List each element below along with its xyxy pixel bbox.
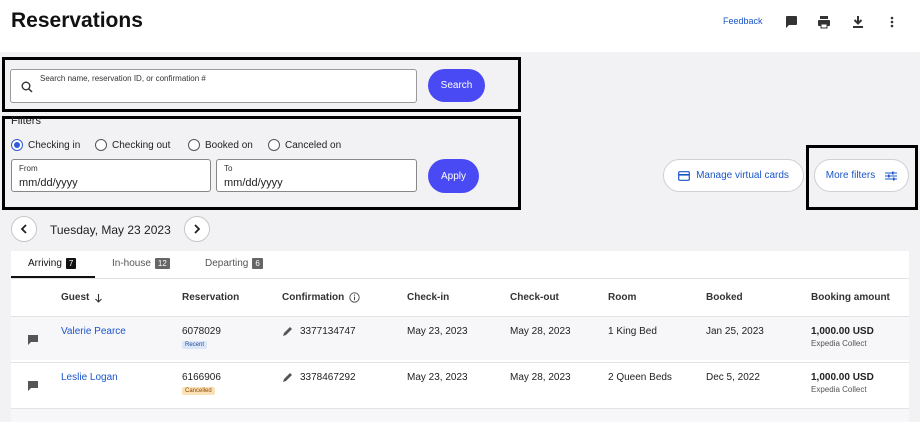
to-label: To (224, 164, 233, 173)
tab-in-house[interactable]: In-house 12 (112, 258, 170, 269)
column-header-confirmation: Confirmation (282, 292, 360, 303)
check-in-date: May 23, 2023 (407, 372, 468, 383)
print-icon[interactable] (814, 12, 834, 32)
from-date-field[interactable]: From mm/dd/yyyy (11, 159, 211, 192)
guest-name-link[interactable]: Valerie Pearce (61, 326, 126, 337)
arrow-down-icon (95, 293, 103, 303)
column-header-check-out: Check-out (510, 292, 559, 303)
credit-card-icon (678, 170, 690, 181)
radio-canceled-on[interactable]: Canceled on (268, 139, 341, 151)
guest-name-link[interactable]: Leslie Logan (61, 372, 118, 383)
more-filters-label: More filters (825, 170, 876, 181)
message-icon[interactable] (27, 380, 39, 392)
more-vert-icon[interactable] (882, 12, 902, 32)
current-date-label: Tuesday, May 23 2023 (50, 223, 171, 237)
search-icon (21, 81, 33, 93)
manage-virtual-cards-button[interactable]: Manage virtual cards (663, 159, 804, 192)
confirmation-number: 3378467292 (300, 372, 356, 383)
column-header-label: Confirmation (282, 292, 345, 303)
check-out-date: May 28, 2023 (510, 372, 571, 383)
previous-day-button[interactable] (11, 216, 37, 242)
check-in-date: May 23, 2023 (407, 326, 468, 337)
search-placeholder: Search name, reservation ID, or confirma… (40, 74, 206, 83)
tab-label: Arriving (28, 258, 62, 269)
column-header-booked: Booked (706, 292, 743, 303)
room-type: 2 Queen Beds (608, 372, 672, 383)
message-icon[interactable] (781, 12, 801, 32)
radio-unselected-icon (188, 139, 200, 151)
table-row[interactable] (11, 408, 909, 422)
room-type: 1 King Bed (608, 326, 657, 337)
tab-label: Departing (205, 258, 249, 269)
search-button[interactable]: Search (428, 69, 485, 102)
pencil-icon[interactable] (282, 326, 293, 337)
message-icon[interactable] (27, 334, 39, 346)
radio-unselected-icon (268, 139, 280, 151)
chevron-left-icon (20, 224, 27, 234)
tab-count-badge: 6 (252, 258, 263, 269)
table-row[interactable]: Leslie Logan 6166906 Cancelled 337846729… (11, 362, 909, 406)
status-badge: Cancelled (182, 387, 215, 395)
radio-checking-in[interactable]: Checking in (11, 139, 80, 151)
tab-label: In-house (112, 258, 151, 269)
booking-amount: 1,000.00 USD (811, 326, 874, 337)
radio-selected-icon (11, 139, 23, 151)
reservation-id: 6166906 (182, 372, 221, 383)
collect-type: Expedia Collect (811, 339, 867, 348)
radio-label: Checking out (112, 139, 171, 151)
booking-amount: 1,000.00 USD (811, 372, 874, 383)
tune-icon (885, 171, 898, 180)
search-input[interactable]: Search name, reservation ID, or confirma… (10, 69, 417, 103)
tab-count-badge: 7 (65, 258, 77, 269)
download-icon[interactable] (848, 12, 868, 32)
check-out-date: May 28, 2023 (510, 326, 571, 337)
more-filters-button[interactable]: More filters (814, 159, 909, 192)
column-header-room: Room (608, 292, 637, 303)
filters-label: Filters (11, 115, 41, 127)
apply-button[interactable]: Apply (428, 159, 479, 193)
tab-divider (11, 278, 909, 279)
tab-arriving[interactable]: Arriving 7 (28, 258, 77, 269)
manage-virtual-cards-label: Manage virtual cards (696, 170, 789, 181)
feedback-link[interactable]: Feedback (723, 16, 763, 26)
column-header-guest[interactable]: Guest (61, 292, 103, 303)
to-date-field[interactable]: To mm/dd/yyyy (216, 159, 417, 192)
booked-date: Dec 5, 2022 (706, 372, 760, 383)
collect-type: Expedia Collect (811, 385, 867, 394)
confirmation-number: 3377134747 (300, 326, 356, 337)
column-header-check-in: Check-in (407, 292, 450, 303)
from-label: From (19, 164, 38, 173)
booked-date: Jan 25, 2023 (706, 326, 764, 337)
radio-label: Canceled on (285, 139, 342, 151)
radio-label: Checking in (28, 139, 81, 151)
column-header-booking-amount: Booking amount (811, 292, 890, 303)
page-title: Reservations (11, 9, 143, 32)
radio-booked-on[interactable]: Booked on (188, 139, 253, 151)
info-icon[interactable] (349, 292, 360, 303)
table-row[interactable]: Valerie Pearce 6078029 Recent 3377134747… (11, 316, 909, 360)
header-bar: Reservations Feedback (0, 0, 920, 52)
tab-departing[interactable]: Departing 6 (205, 258, 263, 269)
chevron-right-icon (194, 224, 201, 234)
next-day-button[interactable] (184, 216, 210, 242)
from-value: mm/dd/yyyy (19, 177, 78, 189)
status-badge: Recent (182, 341, 208, 349)
radio-label: Booked on (205, 139, 253, 151)
column-header-label: Guest (61, 292, 90, 303)
pencil-icon[interactable] (282, 372, 293, 383)
radio-checking-out[interactable]: Checking out (95, 139, 170, 151)
column-header-reservation: Reservation (182, 292, 240, 303)
to-value: mm/dd/yyyy (224, 177, 283, 189)
radio-unselected-icon (95, 139, 107, 151)
reservation-id: 6078029 (182, 326, 221, 337)
tab-count-badge: 12 (154, 258, 170, 269)
